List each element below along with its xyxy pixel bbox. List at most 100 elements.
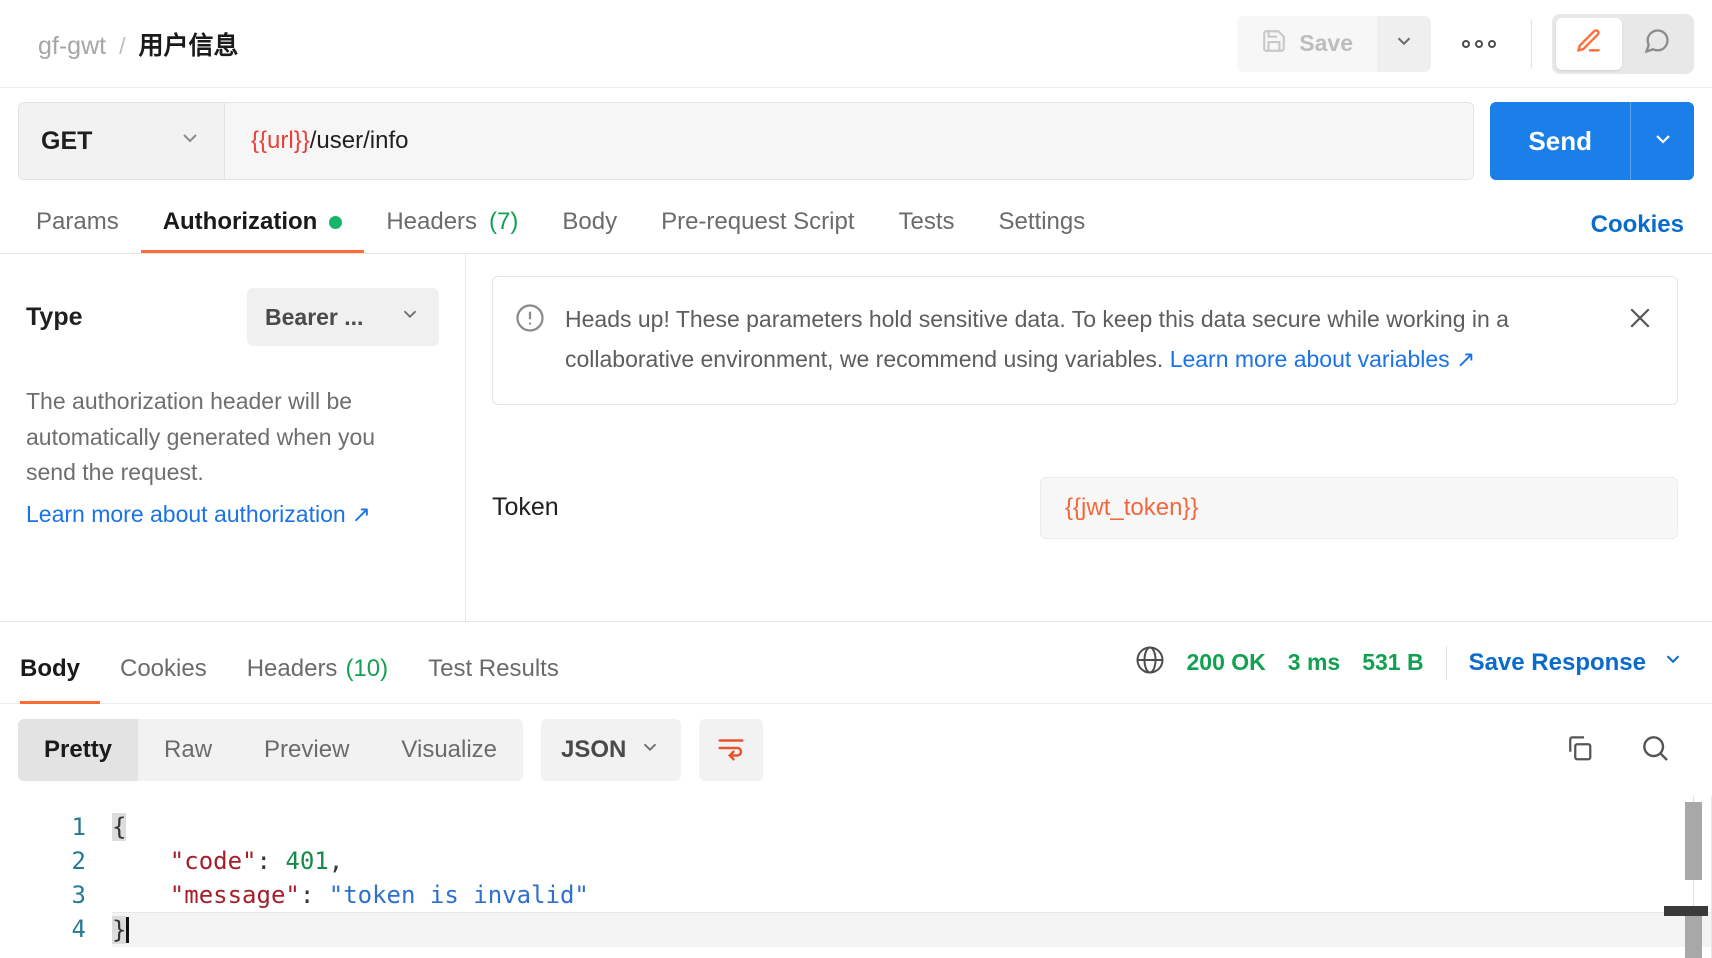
vertical-scrollbar-thumb[interactable] (1685, 802, 1702, 880)
response-header: Body Cookies Headers (10) Test Results 2… (0, 622, 1712, 704)
chevron-down-icon (639, 736, 661, 765)
code-line-4: } (112, 912, 1712, 947)
view-mode-visualize[interactable]: Visualize (375, 719, 523, 781)
copy-response-button[interactable] (1550, 721, 1608, 779)
learn-more-variables-link[interactable]: Learn more about variables ↗ (1170, 346, 1476, 372)
authorization-configured-dot-icon (329, 215, 343, 229)
comment-icon (1643, 27, 1671, 60)
globe-icon (1135, 645, 1165, 681)
header-actions: Save (1237, 13, 1694, 74)
http-method-value: GET (41, 126, 93, 155)
http-method-select[interactable]: GET (19, 103, 225, 179)
external-link-arrow-icon: ↗ (351, 500, 371, 527)
word-wrap-button[interactable] (699, 719, 764, 781)
json-colon: : (299, 881, 329, 909)
code-line-3: "message": "token is invalid" (112, 878, 1712, 912)
cookies-link[interactable]: Cookies (1591, 211, 1684, 253)
tab-tests[interactable]: Tests (877, 208, 977, 253)
response-view-mode-group: Pretty Raw Preview Visualize (18, 719, 524, 781)
token-value: {{jwt_token}} (1065, 493, 1199, 521)
ellipsis-icon (1488, 39, 1496, 48)
chevron-down-icon (1662, 648, 1684, 677)
url-input[interactable]: {{url}}/user/info (225, 103, 1474, 179)
ellipsis-icon (1462, 39, 1470, 48)
tab-pre-request-script[interactable]: Pre-request Script (639, 208, 876, 253)
horizontal-scrollbar-thumb[interactable] (1664, 906, 1708, 916)
more-actions-button[interactable] (1447, 16, 1511, 72)
pencil-icon (1575, 27, 1603, 60)
code-line-2: "code": 401, (112, 844, 1712, 878)
view-mode-toggle-group (1552, 13, 1694, 74)
chevron-down-icon (178, 126, 202, 157)
learn-more-authorization-label: Learn more about authorization (26, 500, 346, 527)
json-comma: , (328, 847, 344, 875)
json-key-message: "message" (169, 881, 300, 909)
line-number: 2 (71, 847, 86, 875)
edit-mode-button[interactable] (1556, 17, 1622, 70)
response-tab-headers[interactable]: Headers (10) (227, 622, 408, 704)
response-format-select[interactable]: JSON (541, 719, 682, 781)
auth-type-value: Bearer ... (265, 303, 364, 330)
response-view-toolbar: Pretty Raw Preview Visualize JSON (0, 704, 1712, 796)
tab-settings[interactable]: Settings (977, 208, 1108, 253)
tab-headers[interactable]: Headers (7) (364, 208, 540, 253)
authorization-panel: Type Bearer ... The authorization header… (0, 254, 1712, 622)
response-tab-test-results[interactable]: Test Results (408, 622, 579, 704)
send-button[interactable]: Send (1490, 102, 1630, 180)
response-body-viewer[interactable]: 1 2 3 4 { "code": 401, "message": "token… (0, 796, 1712, 958)
tab-authorization[interactable]: Authorization (140, 208, 365, 253)
search-response-button[interactable] (1626, 721, 1684, 779)
json-code[interactable]: { "code": 401, "message": "token is inva… (108, 796, 1712, 958)
tab-body[interactable]: Body (540, 208, 639, 253)
save-options-dropdown[interactable] (1377, 15, 1431, 72)
token-input[interactable]: {{jwt_token}} (1040, 476, 1678, 539)
response-size: 531 B (1362, 649, 1424, 675)
tab-body-label: Body (562, 208, 618, 235)
line-number: 1 (71, 813, 86, 841)
auth-type-label: Type (26, 302, 83, 331)
tab-params-label: Params (36, 208, 119, 235)
json-value-code: 401 (285, 847, 329, 875)
response-tab-headers-count: (10) (345, 654, 389, 682)
header-divider (1531, 19, 1532, 68)
url-path-text: /user/info (309, 127, 409, 154)
json-open-brace: { (112, 813, 127, 841)
view-mode-preview[interactable]: Preview (238, 719, 375, 781)
comment-mode-button[interactable] (1624, 18, 1690, 70)
json-key-code: "code" (169, 847, 257, 875)
chevron-down-icon (1651, 127, 1675, 156)
meta-divider (1445, 645, 1447, 680)
response-tab-cookies[interactable]: Cookies (100, 622, 227, 704)
send-button-group: Send (1490, 102, 1694, 180)
vertical-scrollbar-thumb-lower[interactable] (1685, 916, 1702, 958)
code-line-1: { (112, 810, 1712, 844)
auth-description: The authorization header will be automat… (26, 388, 376, 486)
breadcrumb: gf-gwt / 用户信息 (38, 26, 239, 62)
save-button[interactable]: Save (1237, 15, 1377, 72)
response-tab-bar: Body Cookies Headers (10) Test Results (20, 622, 579, 704)
view-mode-raw[interactable]: Raw (138, 719, 238, 781)
breadcrumb-current-request[interactable]: 用户信息 (138, 26, 238, 62)
tab-params[interactable]: Params (28, 208, 141, 253)
auth-type-select[interactable]: Bearer ... (247, 288, 439, 346)
external-link-arrow-icon: ↗ (1456, 346, 1476, 373)
response-tab-test-results-label: Test Results (428, 654, 559, 682)
save-response-button[interactable]: Save Response (1469, 648, 1684, 677)
request-tab-bar: Params Authorization Headers (7) Body Pr… (0, 192, 1712, 254)
method-and-url: GET {{url}}/user/info (18, 102, 1475, 180)
copy-icon (1564, 733, 1594, 768)
response-tab-cookies-label: Cookies (120, 654, 207, 682)
line-number-gutter: 1 2 3 4 (0, 796, 108, 958)
view-mode-pretty[interactable]: Pretty (18, 719, 139, 781)
close-notice-button[interactable] (1625, 303, 1655, 338)
response-tab-body-label: Body (20, 654, 80, 682)
breadcrumb-collection[interactable]: gf-gwt (38, 32, 106, 61)
notice-text: Heads up! These parameters hold sensitiv… (565, 299, 1605, 380)
learn-more-authorization-link[interactable]: Learn more about authorization ↗ (26, 501, 371, 528)
response-tab-headers-label: Headers (246, 654, 338, 682)
chevron-down-icon (399, 303, 421, 331)
authorization-type-panel: Type Bearer ... The authorization header… (0, 254, 466, 621)
send-options-dropdown[interactable] (1630, 102, 1694, 180)
json-close-brace: } (112, 916, 127, 944)
response-tab-body[interactable]: Body (20, 622, 100, 704)
